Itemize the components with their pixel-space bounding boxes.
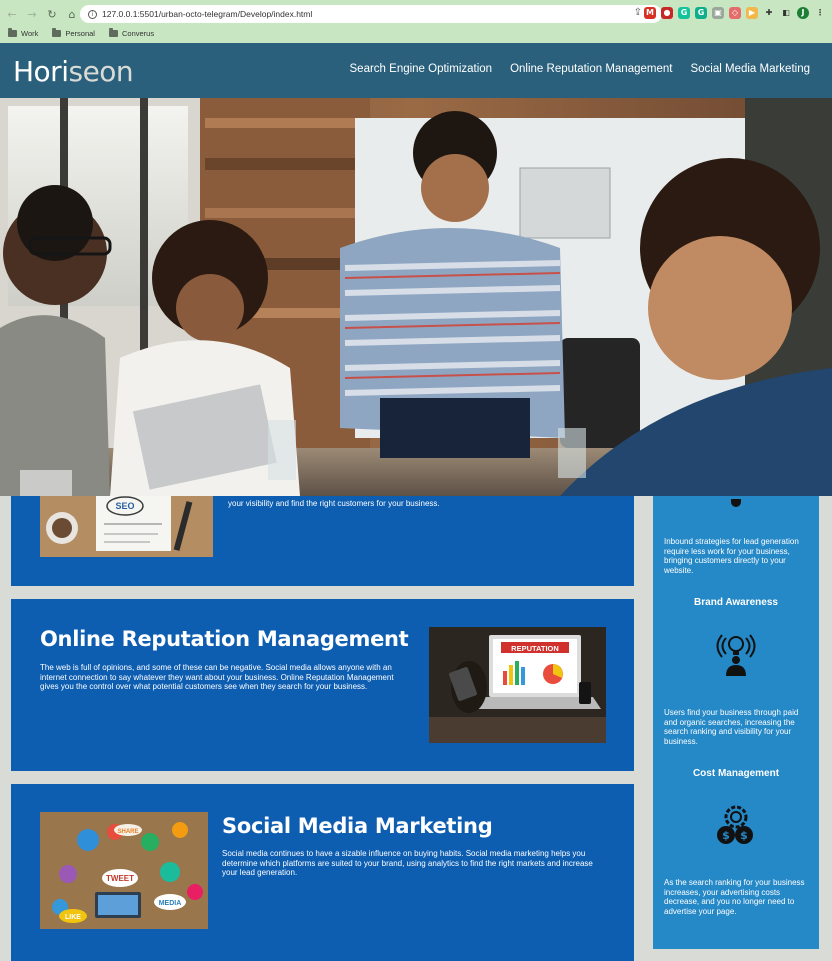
- seo-text: your visibility and find the right custo…: [228, 499, 440, 508]
- side-panel-icon[interactable]: ◧: [780, 7, 792, 19]
- logo-main: Hori: [13, 55, 69, 88]
- orm-image: REPUTATION: [429, 627, 606, 743]
- bookmark-label: Personal: [65, 28, 95, 38]
- url-text[interactable]: 127.0.0.1:5501/urban-octo-telegram/Devel…: [102, 9, 312, 19]
- smm-image: TWEET MEDIA LIKE SHARE: [40, 812, 208, 929]
- seo-image: SEO: [40, 496, 213, 557]
- bookmark-label: Converus: [121, 28, 155, 38]
- lead-icon-partial: [731, 499, 741, 507]
- site-header: Horiseon Search Engine Optimization Onli…: [0, 43, 832, 98]
- share-icon[interactable]: ⇪: [634, 7, 642, 18]
- browser-toolbar: ← → ↻ ⌂ i 127.0.0.1:5501/urban-octo-tele…: [0, 4, 832, 24]
- grammarly-alt-icon[interactable]: G: [695, 7, 707, 19]
- logo-accent: seon: [68, 55, 134, 88]
- svg-text:SHARE: SHARE: [117, 829, 138, 835]
- browser-menu-icon[interactable]: ⋮: [814, 7, 826, 19]
- brand-awareness-title: Brand Awareness: [694, 597, 778, 608]
- back-icon[interactable]: ←: [4, 6, 20, 22]
- cost-management-text: As the search ranking for your business …: [664, 878, 805, 916]
- bookmark-personal[interactable]: Personal: [52, 27, 95, 38]
- cost-management-title: Cost Management: [692, 768, 780, 779]
- smm-text: Social media continues to have a sizable…: [222, 849, 593, 878]
- brand-awareness-text: Users find your business through paid an…: [664, 708, 799, 746]
- profile-avatar[interactable]: J: [797, 7, 809, 19]
- forward-icon[interactable]: →: [24, 6, 40, 22]
- svg-text:TWEET: TWEET: [106, 874, 134, 883]
- folder-icon: [8, 27, 17, 37]
- orm-card: Online Reputation Management The web is …: [11, 599, 634, 771]
- bookmark-converus[interactable]: Converus: [108, 27, 155, 38]
- nav-link-seo[interactable]: Search Engine Optimization: [350, 63, 493, 75]
- main-content: SEO your visibility and find the right c…: [0, 496, 832, 961]
- extensions-bar: M ● G G ▣ ◇ ▶ ✚ ◧ J ⋮: [644, 7, 826, 19]
- bookmark-work[interactable]: Work: [8, 27, 39, 38]
- grammarly-icon[interactable]: G: [678, 7, 690, 19]
- seo-image-label: SEO: [115, 501, 134, 511]
- address-bar[interactable]: i 127.0.0.1:5501/urban-octo-telegram/Dev…: [80, 5, 662, 23]
- nav-link-orm[interactable]: Online Reputation Management: [510, 63, 672, 75]
- smm-card: TWEET MEDIA LIKE SHARE Social Media Mark…: [11, 784, 634, 961]
- site-info-icon[interactable]: i: [88, 9, 97, 19]
- folder-icon: [108, 27, 118, 37]
- gmail-icon[interactable]: M: [644, 7, 656, 19]
- browser-chrome: ← → ↻ ⌂ i 127.0.0.1:5501/urban-octo-tele…: [0, 0, 832, 43]
- site-logo[interactable]: Horiseon: [13, 55, 134, 88]
- svg-text:$: $: [722, 829, 730, 842]
- brand-awareness-icon: [713, 630, 759, 676]
- reload-icon[interactable]: ↻: [44, 6, 60, 22]
- orm-title: Online Reputation Management: [40, 627, 409, 651]
- extensions-puzzle-icon[interactable]: ✚: [763, 7, 775, 19]
- nav-link-smm[interactable]: Social Media Marketing: [690, 63, 810, 75]
- hero-image: [0, 98, 832, 496]
- svg-text:MEDIA: MEDIA: [159, 900, 182, 907]
- seo-card: SEO your visibility and find the right c…: [11, 496, 634, 586]
- home-icon[interactable]: ⌂: [64, 6, 80, 22]
- bookmarks-bar: Work Personal Converus: [8, 27, 154, 39]
- orm-image-label: REPUTATION: [511, 644, 559, 653]
- orm-text: The web is full of opinions, and some of…: [40, 663, 394, 692]
- smm-title: Social Media Marketing: [222, 814, 493, 838]
- lead-generation-text: Inbound strategies for lead generation r…: [664, 537, 799, 575]
- svg-text:$: $: [740, 829, 748, 842]
- adblock-icon[interactable]: ▶: [746, 7, 758, 19]
- folder-icon: [52, 27, 62, 37]
- cost-management-icon: $ $: [713, 803, 759, 849]
- main-nav: Search Engine Optimization Online Reputa…: [350, 63, 810, 75]
- ublock-icon[interactable]: ●: [661, 7, 673, 19]
- lastpass-icon[interactable]: ◇: [729, 7, 741, 19]
- svg-text:LIKE: LIKE: [65, 914, 81, 921]
- bookmark-label: Work: [21, 28, 39, 38]
- benefits-sidebar: Inbound strategies for lead generation r…: [653, 496, 819, 949]
- extension-icon[interactable]: ▣: [712, 7, 724, 19]
